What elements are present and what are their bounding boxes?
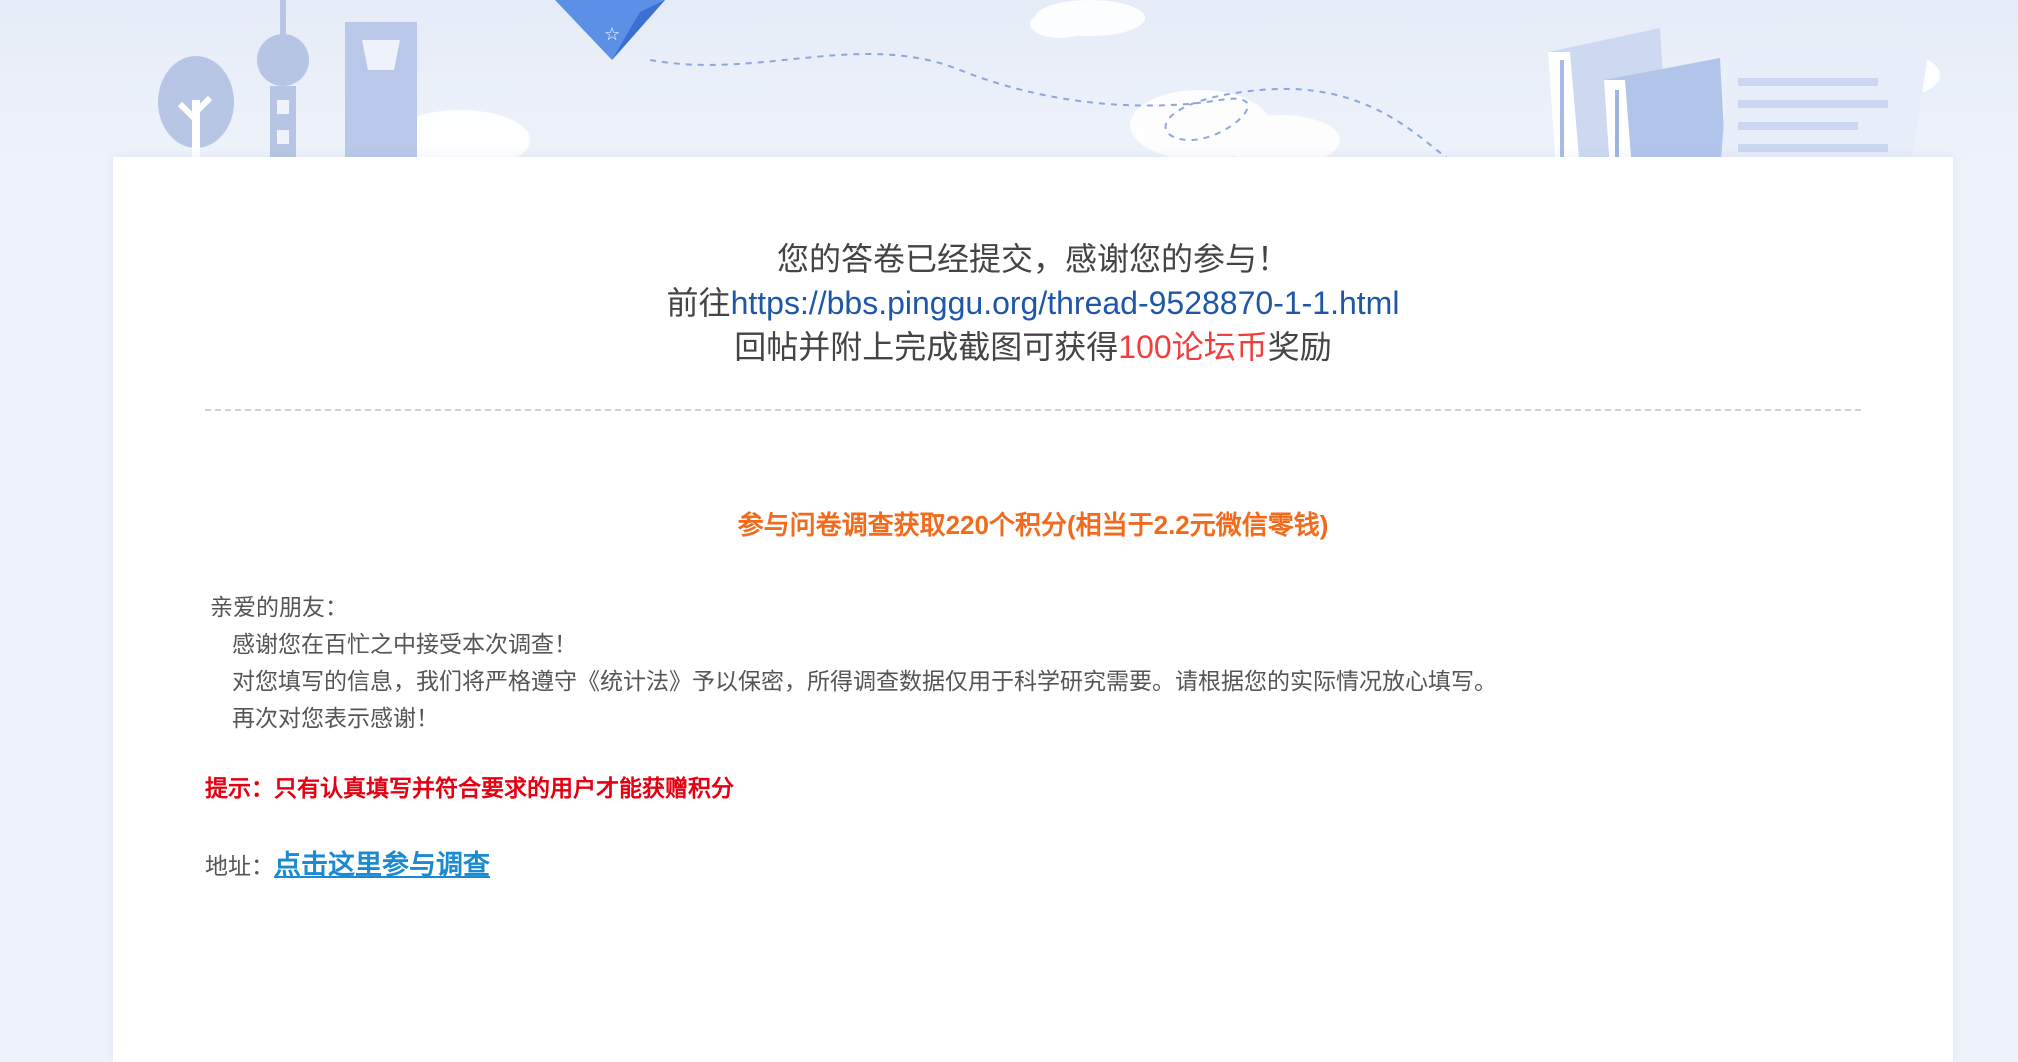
reward-amount: 100论坛币 xyxy=(1118,329,1268,365)
building-icon xyxy=(345,22,417,170)
content-card: 您的答卷已经提交，感谢您的参与！ 前往https://bbs.pinggu.or… xyxy=(113,157,1953,1062)
document-icon xyxy=(1720,42,1930,170)
intro-paragraph: 感谢您在百忙之中接受本次调查！ xyxy=(232,631,577,657)
dashed-divider xyxy=(205,409,1861,411)
thread-link[interactable]: https://bbs.pinggu.org/thread-9528870-1-… xyxy=(731,285,1400,321)
header-banner: ☆ xyxy=(0,0,2018,170)
tower-icon xyxy=(257,0,309,166)
survey-title: 参与问卷调查获取220个积分(相当于2.2元微信零钱) xyxy=(737,510,1329,540)
address-row: 地址：点击这里参与调查 xyxy=(205,843,490,882)
thanks-message: 您的答卷已经提交，感谢您的参与！ xyxy=(776,241,1289,277)
greeting: 亲爱的朋友： xyxy=(210,594,348,620)
intro-paragraph: 对您填写的信息，我们将严格遵守《统计法》予以保密，所得调查数据仅用于科学研究需要… xyxy=(232,668,1497,694)
paper-plane-icon: ☆ xyxy=(555,0,665,60)
reward-prefix: 回帖并附上完成截图可获得 xyxy=(734,329,1119,365)
survey-link[interactable]: 点击这里参与调查 xyxy=(274,850,490,880)
submission-confirmation: 您的答卷已经提交，感谢您的参与！ 前往https://bbs.pinggu.or… xyxy=(113,237,1953,369)
thread-instruction: 前往https://bbs.pinggu.org/thread-9528870-… xyxy=(113,281,1953,325)
tree-icon xyxy=(158,56,234,160)
decorative-illustration: ☆ xyxy=(158,0,1940,170)
svg-text:☆: ☆ xyxy=(604,24,620,45)
books-icon xyxy=(1548,28,1726,170)
address-label: 地址： xyxy=(205,853,274,879)
reward-instruction: 回帖并附上完成截图可获得100论坛币奖励 xyxy=(113,325,1953,369)
thread-prefix: 前往 xyxy=(666,285,731,321)
tip-text: 提示：只有认真填写并符合要求的用户才能获赠积分 xyxy=(205,775,734,801)
intro-paragraph: 再次对您表示感谢！ xyxy=(232,705,439,731)
survey-intro: 亲爱的朋友： 感谢您在百忙之中接受本次调查！ 对您填写的信息，我们将严格遵守《统… xyxy=(210,589,1497,737)
reward-suffix: 奖励 xyxy=(1267,329,1332,365)
